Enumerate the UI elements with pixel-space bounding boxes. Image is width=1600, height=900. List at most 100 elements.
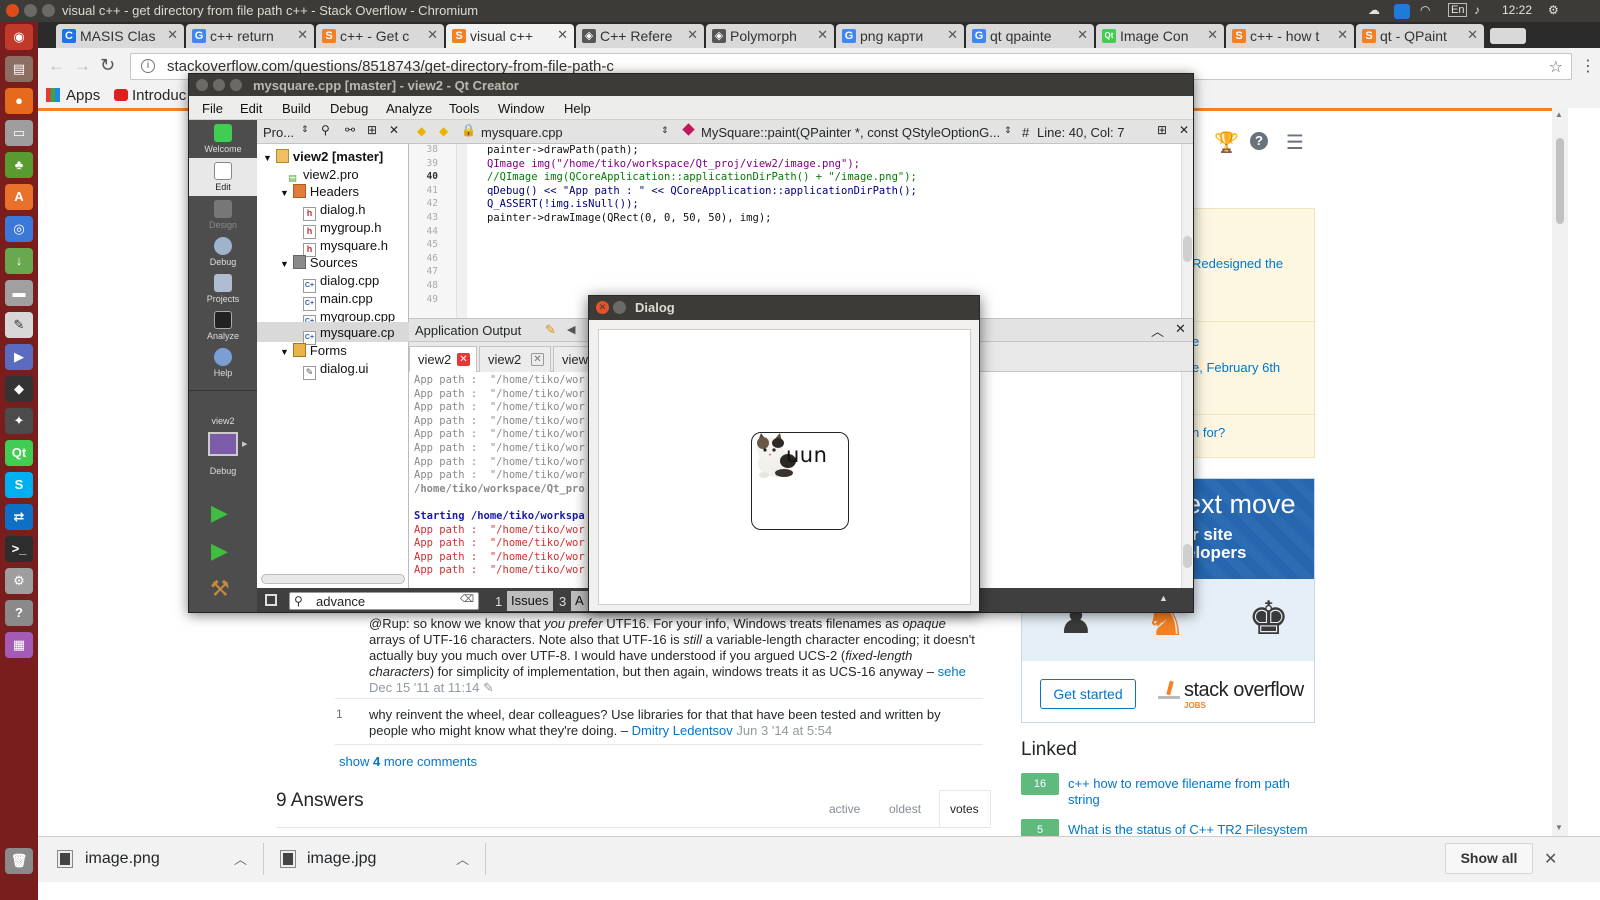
- graphics-view[interactable]: uun: [598, 329, 971, 605]
- close-tab-icon[interactable]: ✕: [1467, 27, 1478, 43]
- keyboard-layout-indicator[interactable]: En: [1448, 3, 1468, 17]
- code-editor[interactable]: 38 39 40 41 42 43 44 45 46 47 48 49 pain…: [409, 144, 1193, 318]
- show-more-comments-link[interactable]: show 4 more comments: [339, 754, 477, 769]
- drive-icon[interactable]: ▬: [5, 280, 33, 306]
- intro-bookmark[interactable]: Introduc: [132, 87, 186, 104]
- bookmark-star-icon[interactable]: ☆: [1549, 57, 1563, 77]
- files-icon[interactable]: ▤: [5, 56, 33, 82]
- clear-search-icon[interactable]: ⌫: [460, 594, 474, 605]
- browser-tab[interactable]: Gc++ return ✕: [186, 24, 314, 48]
- scroll-down-icon[interactable]: ▼: [1555, 823, 1563, 832]
- expand-icon[interactable]: ▼: [280, 259, 289, 269]
- get-started-button[interactable]: Get started: [1040, 679, 1136, 709]
- expand-panes-icon[interactable]: ▲: [1159, 593, 1168, 603]
- menu-help[interactable]: Help: [564, 101, 591, 116]
- close-tab-icon[interactable]: ✕: [167, 27, 178, 43]
- chromium-icon[interactable]: ◎: [5, 216, 33, 242]
- comment-user[interactable]: sehe: [938, 664, 966, 679]
- inkscape-icon[interactable]: ◆: [5, 376, 33, 402]
- menu-analyze[interactable]: Analyze: [386, 101, 432, 116]
- teamviewer-tray-icon[interactable]: [1394, 4, 1410, 19]
- mode-debug[interactable]: Debug: [189, 233, 257, 271]
- close-tab-icon[interactable]: ✕: [947, 27, 958, 43]
- kit-arrow-icon[interactable]: ▶: [242, 440, 247, 448]
- back-arrow-icon[interactable]: ◆: [417, 124, 426, 138]
- media-icon[interactable]: ▶: [5, 344, 33, 370]
- sort-tab-oldest[interactable]: oldest: [889, 802, 921, 816]
- maximize-pane-icon[interactable]: ︿: [1151, 321, 1164, 340]
- updown-icon[interactable]: ⇕: [661, 125, 669, 136]
- trash-icon[interactable]: 🗑: [5, 848, 33, 874]
- browser-tab[interactable]: ◈ Polymorph ✕: [706, 24, 834, 48]
- mysquare-item[interactable]: uun: [751, 432, 849, 530]
- qt-creator-icon[interactable]: Qt: [5, 440, 33, 466]
- page-scrollbar[interactable]: ▲ ▼: [1552, 108, 1568, 836]
- build-hammer-icon[interactable]: ⚒: [210, 576, 230, 602]
- prev-icon[interactable]: ◀: [567, 323, 575, 336]
- comment-user[interactable]: Dmitry Ledentsov: [632, 723, 733, 738]
- firefox-icon[interactable]: ●: [5, 88, 33, 114]
- expand-icon[interactable]: ▼: [280, 347, 289, 357]
- help-icon[interactable]: ?: [5, 600, 33, 626]
- browser-tab[interactable]: Gpng карти ✕: [836, 24, 964, 48]
- download-icon[interactable]: ↓: [5, 248, 33, 274]
- browser-tab[interactable]: ◈ C++ Refere ✕: [576, 24, 704, 48]
- tree-root[interactable]: ▼ view2 [master]: [263, 149, 383, 164]
- project-view-selector[interactable]: Pro...: [263, 125, 294, 140]
- apps-bookmark[interactable]: Apps: [66, 87, 100, 104]
- file-selector[interactable]: mysquare.cpp: [481, 125, 563, 140]
- close-pane-icon[interactable]: ✕: [1175, 321, 1186, 337]
- comment-date[interactable]: Dec 15 '11 at 11:14: [369, 680, 479, 695]
- disk-icon[interactable]: ▭: [5, 120, 33, 146]
- minimize-window-button[interactable]: [613, 301, 626, 314]
- skype-icon[interactable]: S: [5, 472, 33, 498]
- reload-icon[interactable]: ↻: [100, 55, 115, 76]
- maximize-window-button[interactable]: [42, 4, 55, 17]
- output-tab[interactable]: view2 ✕: [479, 346, 551, 372]
- sort-tab-votes[interactable]: votes: [950, 802, 979, 816]
- mode-design[interactable]: Design: [189, 196, 257, 234]
- download-item[interactable]: image.png: [85, 850, 160, 868]
- new-tab-button[interactable]: [1490, 28, 1526, 44]
- meta-link[interactable]: Redesigned the: [1192, 256, 1283, 271]
- browser-tab-active[interactable]: Svisual c++ ✕: [446, 24, 574, 48]
- forward-arrow-icon[interactable]: ◆: [439, 124, 448, 138]
- tree-folder[interactable]: ▼ Sources: [280, 255, 358, 270]
- maximize-window-button[interactable]: [230, 79, 242, 91]
- debug-run-icon[interactable]: ▶: [211, 538, 228, 564]
- tree-item[interactable]: ✎ dialog.ui: [303, 361, 368, 380]
- teamviewer-icon[interactable]: ⇄: [5, 504, 33, 530]
- tree-item[interactable]: C+ main.cpp: [303, 291, 373, 311]
- minimize-window-button[interactable]: [24, 4, 37, 17]
- tree-item-selected[interactable]: C+ mysquare.cp: [303, 325, 394, 345]
- menu-build[interactable]: Build: [282, 101, 311, 116]
- close-tab-icon[interactable]: ✕: [1207, 27, 1218, 43]
- comment-date[interactable]: Jun 3 '14 at 5:54: [736, 723, 832, 738]
- pane-button[interactable]: A: [571, 591, 588, 611]
- symbol-selector[interactable]: MySquare::paint(QPainter *, const QStyle…: [701, 125, 1000, 140]
- kit-selector-icon[interactable]: [208, 432, 238, 456]
- trophy-icon[interactable]: 🏆: [1214, 130, 1239, 155]
- close-icon[interactable]: ✕: [1544, 849, 1557, 869]
- horizontal-scrollbar[interactable]: [261, 574, 405, 584]
- show-all-button[interactable]: Show all: [1445, 843, 1533, 874]
- tree-item[interactable]: h dialog.h: [303, 202, 366, 221]
- close-tab-icon[interactable]: ✕: [531, 353, 544, 366]
- tree-item[interactable]: h mygroup.h: [303, 220, 381, 239]
- browser-tab[interactable]: Sqt - QPaint ✕: [1356, 24, 1484, 48]
- mode-analyze[interactable]: Analyze: [189, 307, 257, 345]
- linked-question[interactable]: c++ how to remove filename from path str…: [1068, 776, 1308, 808]
- close-tab-icon[interactable]: ✕: [687, 27, 698, 43]
- updown-icon[interactable]: ⇕: [1004, 125, 1012, 136]
- filter-icon[interactable]: ⚲: [321, 123, 330, 137]
- close-tab-icon[interactable]: ✕: [427, 27, 438, 43]
- wifi-icon[interactable]: ◠: [1420, 3, 1430, 17]
- link-icon[interactable]: ⚯: [345, 123, 355, 137]
- dash-icon[interactable]: ◉: [5, 24, 33, 50]
- minimize-window-button[interactable]: [213, 79, 225, 91]
- scrollbar-thumb[interactable]: [1556, 138, 1564, 224]
- browser-tab[interactable]: Sc++ - Get c ✕: [316, 24, 444, 48]
- updown-icon[interactable]: ⇕: [301, 124, 309, 135]
- forward-icon[interactable]: →: [74, 56, 91, 76]
- software-center-icon[interactable]: A: [5, 184, 33, 210]
